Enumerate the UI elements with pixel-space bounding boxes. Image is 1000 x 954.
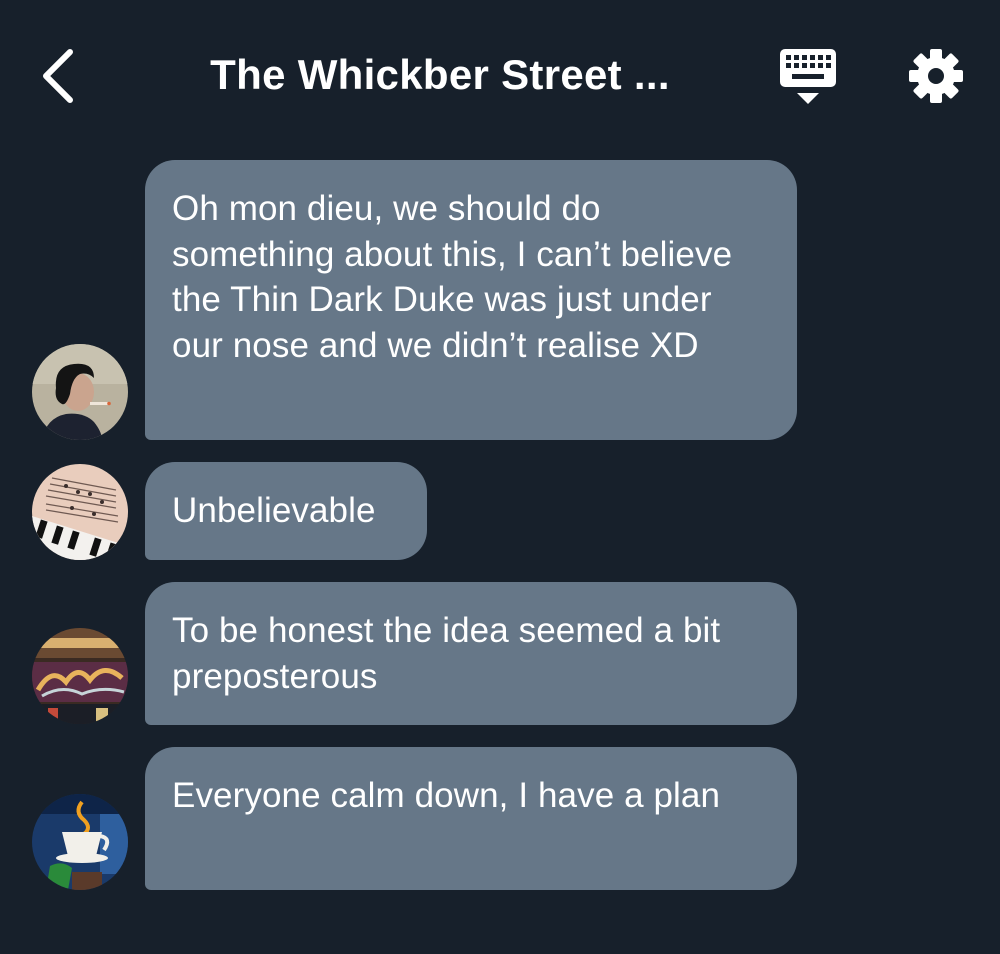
- message-list[interactable]: Oh mon dieu, we should do something abou…: [0, 0, 1000, 954]
- message-bubble[interactable]: Oh mon dieu, we should do something abou…: [145, 160, 797, 440]
- sheet-music-piano-avatar: [32, 464, 128, 560]
- avatar[interactable]: [32, 464, 128, 560]
- message-bubble[interactable]: Everyone calm down, I have a plan: [145, 747, 797, 890]
- avatar[interactable]: [32, 344, 128, 440]
- avatar[interactable]: [32, 794, 128, 890]
- message-bubble[interactable]: Unbelievable: [145, 462, 427, 560]
- magic-shop-sign-avatar: [32, 628, 128, 724]
- message-bubble[interactable]: To be honest the idea seemed a bit prepo…: [145, 582, 797, 725]
- avatar[interactable]: [32, 628, 128, 724]
- coffee-cup-sign-avatar: [32, 794, 128, 890]
- woman-portrait-avatar: [32, 344, 128, 440]
